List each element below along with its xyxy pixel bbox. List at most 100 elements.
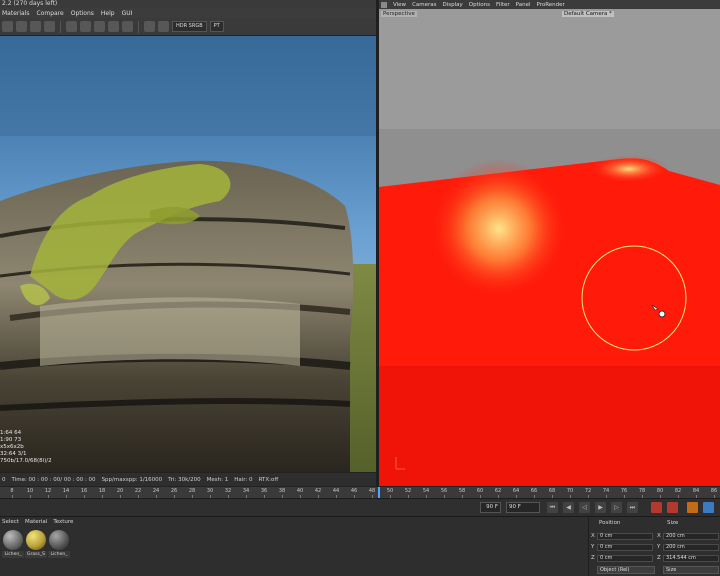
timeline-tick-label: 18 xyxy=(98,488,106,494)
kernel-select[interactable]: PT xyxy=(209,21,224,32)
menu-help[interactable]: Help xyxy=(101,10,115,17)
goto-end-icon[interactable]: ⏭ xyxy=(627,502,638,513)
menu-filter[interactable]: Filter xyxy=(496,2,510,8)
pause-icon[interactable] xyxy=(30,21,41,32)
viewport-canvas[interactable]: Perspective Default Camera * xyxy=(379,9,720,486)
menu-view[interactable]: View xyxy=(393,2,406,8)
size-x-field[interactable]: 200 cm xyxy=(663,533,719,540)
size-y-field[interactable]: 200 cm xyxy=(663,544,719,551)
timeline-tick-label: 20 xyxy=(116,488,124,494)
toolbar-divider xyxy=(60,20,61,33)
step-back-icon[interactable]: ◁ xyxy=(579,502,590,513)
prev-key-icon[interactable]: ◀ xyxy=(563,502,574,513)
size-mode-select[interactable]: Size xyxy=(663,566,719,574)
viewport-panel: View Cameras Display Options Filter Pane… xyxy=(379,0,720,486)
menu-panel[interactable]: Panel xyxy=(516,2,531,8)
position-header: Position xyxy=(599,520,621,526)
axis-label: Y xyxy=(657,544,661,550)
material-manager: Select Material Texture Lichen_ Grass_S … xyxy=(0,517,588,576)
coordinate-manager: Position Size X 0 cm X 200 cm Y 0 cm Y 2… xyxy=(588,517,720,576)
material-swatch[interactable]: Lichen_ xyxy=(2,529,24,559)
start-frame-field[interactable]: 90 F xyxy=(480,502,501,513)
play-icon[interactable]: ▶ xyxy=(595,502,606,513)
live-viewer-menubar: Materials Compare Options Help GUI xyxy=(0,8,376,18)
timeline-tick-label: 36 xyxy=(260,488,268,494)
size-z-field[interactable]: 314.544 cm xyxy=(663,555,719,562)
settings-icon[interactable] xyxy=(144,21,155,32)
material-label: Grass_S xyxy=(25,551,47,558)
goto-start-icon[interactable]: ⏮ xyxy=(547,502,558,513)
menu-options[interactable]: Options xyxy=(71,10,94,17)
end-frame-field[interactable]: 90 F xyxy=(506,502,540,513)
timeline-tick-label: 66 xyxy=(530,488,538,494)
record-icon[interactable] xyxy=(651,502,662,513)
coordinate-mode-select[interactable]: Object (Rel) xyxy=(597,566,655,574)
pick-material-icon[interactable] xyxy=(94,21,105,32)
menu-display[interactable]: Display xyxy=(443,2,463,8)
material-swatch[interactable]: Grass_S xyxy=(25,529,47,559)
timeline-tick-label: 50 xyxy=(386,488,394,494)
timeline-tick-label: 72 xyxy=(584,488,592,494)
position-y-field[interactable]: 0 cm xyxy=(597,544,653,551)
timeline-tick-label: 34 xyxy=(242,488,250,494)
timeline-tick-label: 28 xyxy=(188,488,196,494)
timeline-ruler[interactable]: 8 10 12 14 16 18 20 22 24 26 28 30 32 34 36 38 40 42 44 46 4… xyxy=(0,486,720,499)
position-x-field[interactable]: 0 cm xyxy=(597,533,653,540)
position-z-field[interactable]: 0 cm xyxy=(597,555,653,562)
viewport-camera-label[interactable]: Default Camera * xyxy=(562,11,614,17)
autokey-icon[interactable] xyxy=(667,502,678,513)
lock-icon[interactable] xyxy=(108,21,119,32)
timeline-tick-label: 26 xyxy=(170,488,178,494)
timeline-tick-label: 62 xyxy=(494,488,502,494)
menu-compare[interactable]: Compare xyxy=(37,10,64,17)
keyframe-selection-icon[interactable] xyxy=(687,502,698,513)
step-forward-icon[interactable]: ▷ xyxy=(611,502,622,513)
viewport-projection-label[interactable]: Perspective xyxy=(381,11,417,17)
timeline-tick-label: 14 xyxy=(62,488,70,494)
live-viewer-panel: 2.2 (270 days left) Materials Compare Op… xyxy=(0,0,376,486)
render-info-overlay: 1:64 64 1:90 73 x5x6x2b 32:64 3/1 750b/1… xyxy=(0,430,60,465)
position-key-icon[interactable] xyxy=(703,502,714,513)
overlay-line: x5x6x2b xyxy=(0,444,24,450)
region-render-icon[interactable] xyxy=(66,21,77,32)
axis-label: Z xyxy=(591,555,595,561)
menu-prorender[interactable]: ProRender xyxy=(537,2,565,8)
material-preview xyxy=(3,530,23,550)
save-image-icon[interactable] xyxy=(158,21,169,32)
timeline-tick-label: 56 xyxy=(440,488,448,494)
viewport-menubar: View Cameras Display Options Filter Pane… xyxy=(379,0,720,9)
material-swatch[interactable]: Lichen_ xyxy=(48,529,70,559)
menu-gui[interactable]: GUI xyxy=(122,10,133,17)
stop-icon[interactable] xyxy=(44,21,55,32)
timeline-tick-label: 44 xyxy=(332,488,340,494)
stat-tri: Tri: 30k/200 xyxy=(168,476,201,483)
menu-materials[interactable]: Materials xyxy=(2,10,30,17)
render-icon[interactable] xyxy=(2,21,13,32)
live-viewer-title: 2.2 (270 days left) xyxy=(0,0,376,8)
material-label: Lichen_ xyxy=(48,551,70,558)
refresh-icon[interactable] xyxy=(16,21,27,32)
menu-material[interactable]: Material xyxy=(25,519,47,525)
size-header: Size xyxy=(667,520,679,526)
timeline-tick-label: 46 xyxy=(350,488,358,494)
stat-mesh: Mesh: 1 xyxy=(206,476,229,483)
timeline-tick-label: 10 xyxy=(26,488,34,494)
render-canvas[interactable]: 1:64 64 1:90 73 x5x6x2b 32:64 3/1 750b/1… xyxy=(0,36,376,472)
stat-spp: Spp/maxspp: 1/16000 xyxy=(101,476,163,483)
menu-cameras[interactable]: Cameras xyxy=(412,2,436,8)
stat-time: Time: 00 : 00 : 00/ 00 : 00 : 00 xyxy=(11,476,96,483)
menu-select[interactable]: Select xyxy=(2,519,19,525)
color-space-select[interactable]: HDR SRGB xyxy=(172,21,207,32)
timeline-tick-label: 80 xyxy=(656,488,664,494)
render-stats-bar: 0 Time: 00 : 00 : 00/ 00 : 00 : 00 Spp/m… xyxy=(0,472,376,486)
timeline-tick-label: 42 xyxy=(314,488,322,494)
timeline-tick-label: 22 xyxy=(134,488,142,494)
menu-texture[interactable]: Texture xyxy=(53,519,73,525)
pick-focus-icon[interactable] xyxy=(80,21,91,32)
viewport-icon xyxy=(381,1,387,8)
material-menubar: Select Material Texture xyxy=(2,519,73,525)
axis-label: X xyxy=(657,533,661,539)
clay-mode-icon[interactable] xyxy=(122,21,133,32)
axis-label: X xyxy=(591,533,595,539)
menu-options[interactable]: Options xyxy=(469,2,490,8)
